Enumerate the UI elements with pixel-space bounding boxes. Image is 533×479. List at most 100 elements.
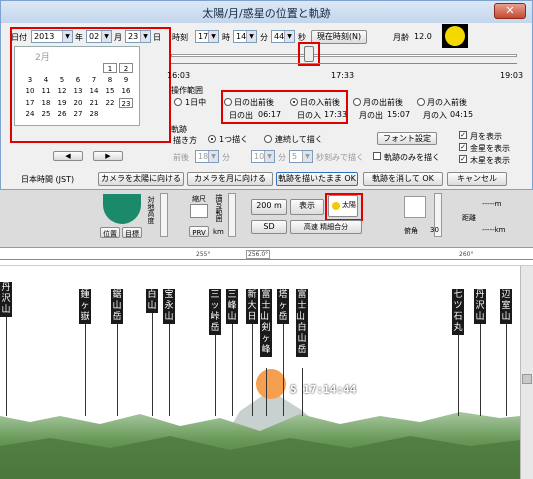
moonset-time: 04:15 <box>450 110 474 119</box>
chevron-down-icon: ▼ <box>208 31 218 42</box>
quality-button[interactable]: 高速 精細合分 <box>290 220 362 234</box>
minute-unit: 分 <box>260 33 268 42</box>
target-button[interactable]: 目標 <box>122 227 142 238</box>
range-group-label: 操作範囲 <box>171 86 203 95</box>
show-moon-label: 月を表示 <box>470 132 502 141</box>
moon-image <box>442 24 468 48</box>
peak-leader-line <box>232 324 233 416</box>
peak-leader-line <box>480 324 481 416</box>
elevation-slider[interactable] <box>160 193 168 237</box>
minute-select[interactable]: 14 ▼ <box>233 30 257 43</box>
close-button[interactable]: ✕ <box>494 3 526 19</box>
next-month-button[interactable]: ▶ <box>93 151 123 161</box>
prv-button[interactable]: PRV <box>189 226 209 237</box>
depression-value: 30 <box>430 226 439 234</box>
range-slider[interactable] <box>228 193 236 237</box>
sun-time-label: S 17:14:44 <box>290 383 357 396</box>
second-select[interactable]: 44 ▼ <box>271 30 295 43</box>
show-venus-checkbox[interactable]: ✓ <box>459 143 467 151</box>
peak-label: 鍾ヶ嶽 <box>79 289 91 324</box>
chevron-down-icon: ▼ <box>246 31 256 42</box>
track-only-checkbox[interactable] <box>373 152 381 160</box>
show-moon-checkbox[interactable]: ✓ <box>459 131 467 139</box>
peak-label: 丹沢山 <box>0 282 12 317</box>
distance-value: -----km <box>482 226 506 234</box>
peak-leader-line <box>458 335 459 416</box>
landscape-view[interactable]: S 17:14:44 丹沢山 鍾ヶ嶽 鋸山岳 白山 宝永山 三ッ峠岳 三峰山 新大日 富士山・剣… <box>0 266 520 479</box>
peak-leader-line <box>152 313 153 416</box>
peak-leader-line <box>117 324 118 416</box>
draw-continuous-label: 連続して描く <box>275 135 323 144</box>
prev-month-button[interactable]: ◀ <box>53 151 83 161</box>
range-allday-radio[interactable] <box>174 98 182 106</box>
elevation-value: -----m <box>482 200 502 208</box>
peak-leader-line <box>169 324 170 416</box>
peak-label: 塔ヶ岳 <box>277 289 289 324</box>
zoom-icon[interactable] <box>190 204 208 218</box>
draw-continuous-radio[interactable] <box>264 135 272 143</box>
interval2-select[interactable]: 5 ▼ <box>289 150 313 163</box>
range-moonrise-radio[interactable] <box>353 98 361 106</box>
before-after-select[interactable]: 180 ▼ <box>195 150 219 163</box>
time-slider-track[interactable] <box>171 54 517 57</box>
vertical-scrollbar[interactable] <box>520 266 533 479</box>
distance-200-button[interactable]: 200 m <box>251 199 287 215</box>
draw-method-label: 描き方 <box>173 136 197 145</box>
interval1-value: 10 <box>254 152 265 161</box>
font-settings-button[interactable]: フォント設定 <box>377 132 437 145</box>
interval1-select[interactable]: 10 ▼ <box>251 150 275 163</box>
peak-label: 富士山・白山岳 <box>296 289 315 357</box>
camera-to-moon-button[interactable]: カメラを月に向ける <box>187 172 273 186</box>
peak-label: 富士山・剣ヶ峰 <box>260 289 279 357</box>
moonrise-label: 月の出 <box>359 111 383 120</box>
ruler-right-degree: 260° <box>459 251 474 258</box>
sun-button-highlight <box>325 193 363 221</box>
draw-single-radio[interactable] <box>208 135 216 143</box>
chevron-down-icon: ▼ <box>264 151 274 162</box>
show-jupiter-label: 木星を表示 <box>470 156 510 165</box>
date-highlight <box>10 27 171 143</box>
range-moonrise-label: 月の出前後 <box>363 98 403 107</box>
title-bar[interactable]: 太陽/月/惑星の位置と軌跡 ✕ <box>1 1 532 23</box>
sun-moon-dialog: 太陽/月/惑星の位置と軌跡 ✕ 日付 2013 ▼ 年 02 ▼ 月 23 ▼ 日 2… <box>0 0 533 190</box>
range-moonset-label: 月の入前後 <box>427 98 467 107</box>
timeline-ticks <box>171 63 517 67</box>
before-minute-label: 分 <box>222 153 230 162</box>
interval-suffix: 秒刻みで描く <box>316 153 364 162</box>
moon-age-label: 月齢 <box>393 33 409 42</box>
sd-button[interactable]: SD <box>251 220 287 234</box>
sun-range-highlight <box>221 90 348 124</box>
show-button[interactable]: 表示 <box>290 199 324 215</box>
erase-ok-button[interactable]: 軌跡を消して OK <box>363 172 443 186</box>
peak-label: 辺室山 <box>500 289 512 324</box>
timezone-label: 日本時間 (JST) <box>21 175 75 184</box>
dialog-title: 太陽/月/惑星の位置と軌跡 <box>202 7 331 20</box>
track-group-label: 軌跡 <box>171 125 187 134</box>
show-jupiter-checkbox[interactable]: ✓ <box>459 155 467 163</box>
scroll-thumb[interactable] <box>522 374 532 384</box>
position-button[interactable]: 位置 <box>100 227 120 238</box>
toolbar: 位置 目標 対地高度 縮尺 PRV 描写範囲 km 200 m 表示 太陽 SD… <box>0 190 533 248</box>
peak-label: 丹沢山 <box>474 289 486 324</box>
range-moonset-radio[interactable] <box>417 98 425 106</box>
moon-icon <box>445 26 465 46</box>
chevron-down-icon: ▼ <box>208 151 218 162</box>
compass-icon[interactable] <box>103 194 141 224</box>
draw-ok-button[interactable]: 軌跡を描いたまま OK <box>276 172 358 186</box>
peak-label: 新大日 <box>246 289 258 324</box>
distance-label: 距離 <box>462 214 476 222</box>
interval1-unit: 分 <box>278 153 286 162</box>
camera-to-sun-button[interactable]: カメラを太陽に向ける <box>98 172 184 186</box>
peak-leader-line <box>85 324 86 416</box>
crosshair-icon[interactable] <box>404 196 426 218</box>
show-venus-label: 金星を表示 <box>470 144 510 153</box>
cancel-button[interactable]: キャンセル <box>447 172 507 186</box>
peak-leader-line <box>252 324 253 416</box>
distance-200-value: 200 <box>256 201 272 210</box>
hour-select[interactable]: 17 ▼ <box>195 30 219 43</box>
peak-label: 白山 <box>146 289 158 313</box>
ruler-left-degree: 255° <box>196 251 211 258</box>
chevron-down-icon: ▼ <box>302 151 312 162</box>
moonset-label: 月の入 <box>423 111 447 120</box>
before-after-label: 前後 <box>173 153 189 162</box>
